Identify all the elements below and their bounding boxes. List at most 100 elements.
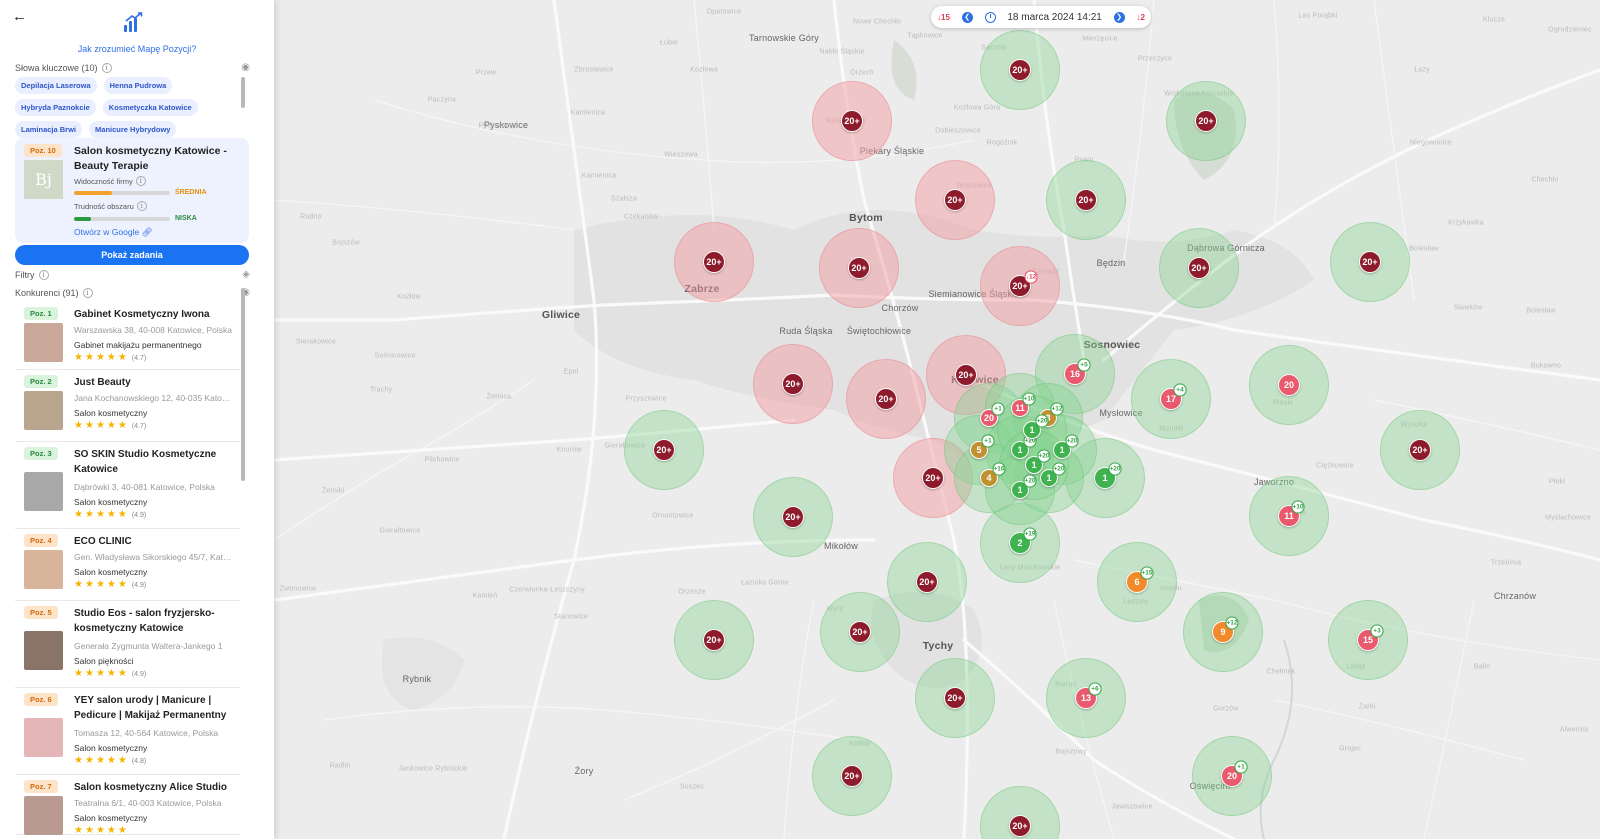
rank-pin[interactable]: 20+ xyxy=(1359,251,1381,273)
map-place-label: Kamień xyxy=(472,592,498,600)
map-place-label: Zwonowice xyxy=(279,585,317,593)
rank-pin[interactable]: 20+ xyxy=(944,189,966,211)
competitor-rating: ★ ★ ★ ★ ★ (4.7) xyxy=(74,421,146,431)
map-place-label: Gorzów xyxy=(1213,705,1239,713)
competitor-thumbnail xyxy=(24,472,63,511)
rank-pin[interactable]: 20+ xyxy=(955,364,977,386)
filters-label-text: Filtry xyxy=(15,270,35,280)
help-link[interactable]: Jak zrozumieć Mapę Pozycji? xyxy=(0,44,274,54)
rank-pin[interactable]: 20+ xyxy=(875,388,897,410)
competitor-item[interactable]: Poz. 5 Studio Eos - salon fryzjersko-kosm… xyxy=(15,601,240,688)
map-place-label: Przeczyce xyxy=(1137,55,1173,63)
keyword-chip[interactable]: Manicure Hybrydowy xyxy=(89,121,177,138)
rank-pin[interactable]: 20+ xyxy=(1009,815,1031,837)
info-icon[interactable]: i xyxy=(101,63,112,73)
rank-change-value: 20 xyxy=(1057,465,1065,473)
rank-pin[interactable]: 20+ xyxy=(841,110,863,132)
half-star-icon: ★ xyxy=(117,755,127,766)
star-icon: ★ xyxy=(74,668,83,679)
map-place-label: Tąpkowice xyxy=(907,32,943,40)
rating-value: (4.9) xyxy=(131,511,147,519)
rank-pin[interactable]: 20+ xyxy=(848,257,870,279)
rank-pin[interactable]: 20+ xyxy=(703,629,725,651)
keyword-chip[interactable]: Depilacja Laserowa xyxy=(15,77,97,94)
competitor-name: Just Beauty xyxy=(74,377,131,388)
map-place-label: Sośnicowice xyxy=(374,352,416,360)
rank-pin[interactable]: 20+ xyxy=(782,373,804,395)
competitor-thumbnail xyxy=(24,323,63,362)
competitor-item[interactable]: Poz. 2 Just Beauty Jana Kochanowskiego 12,… xyxy=(15,370,240,442)
competitor-item[interactable]: Poz. 6 YEY salon urody | Manicure | Pedic… xyxy=(15,688,240,775)
rank-pin[interactable]: 20+ xyxy=(1409,439,1431,461)
rank-pin[interactable]: 20+ xyxy=(922,467,944,489)
map-place-label: Jankowice Rybnickie xyxy=(398,765,468,773)
map-place-label: Rogoźnik xyxy=(986,139,1018,147)
competitor-position-badge: Poz. 6 xyxy=(24,693,58,706)
rank-pin[interactable]: 20+ xyxy=(703,251,725,273)
keywords-scrollbar[interactable] xyxy=(241,77,245,108)
competitor-item[interactable]: Poz. 1 Gabinet Kosmetyczny Iwona Warszawsk… xyxy=(15,302,240,370)
rank-change-value: 10 xyxy=(1296,503,1304,511)
competitor-list: Poz. 1 Gabinet Kosmetyczny Iwona Warszawsk… xyxy=(15,302,240,836)
half-star-icon: ★ xyxy=(117,668,127,679)
rank-pin[interactable]: 20+ xyxy=(841,765,863,787)
keyword-chip[interactable]: Henna Pudrowa xyxy=(103,77,173,94)
map-place-label: Opatowice xyxy=(706,8,742,16)
star-icon: ★ xyxy=(106,509,116,520)
keyword-chip[interactable]: Laminacja Brwi xyxy=(15,121,83,138)
keyword-chip[interactable]: Hybryda Paznokcie xyxy=(15,99,96,116)
back-arrow-icon[interactable]: ← xyxy=(12,8,27,25)
info-icon[interactable]: i xyxy=(135,176,146,186)
competitor-item[interactable]: Poz. 3 SO SKIN Studio Kosmetyczne Katowic… xyxy=(15,442,240,529)
show-tasks-button[interactable]: Pokaż zadania xyxy=(15,245,249,265)
competitor-rating: ★ ★ ★ ★ ★ (4.7) xyxy=(74,353,146,363)
map-place-label: Kamienica xyxy=(570,109,606,117)
prev-date-icon[interactable]: ❮ xyxy=(961,11,973,23)
half-star-icon: ★ xyxy=(117,509,127,520)
map-place-label: Czerwionka-Leszczyny xyxy=(509,586,585,594)
map-place-label: Przyszowice xyxy=(625,395,667,403)
business-thumbnail: Bj xyxy=(24,160,63,199)
rank-change-value: 20 xyxy=(1028,477,1036,485)
map-place-label: Myślachowice xyxy=(1545,514,1591,522)
info-icon[interactable]: i xyxy=(136,201,147,211)
competitor-item[interactable]: Poz. 7 Salon kosmetyczny Alice Studio Teat… xyxy=(15,775,240,836)
position-map[interactable]: Tarnowskie GóryBytomZabrzeGliwiceChorzów… xyxy=(274,0,1600,839)
rank-pin[interactable]: 20+ xyxy=(1075,189,1097,211)
map-place-label: Klucze xyxy=(1482,16,1506,24)
rank-pin[interactable]: 20 xyxy=(1278,374,1300,396)
clock-icon[interactable] xyxy=(984,11,996,23)
rank-change-badge: +1 xyxy=(991,402,1005,416)
current-date: 18 marca 2024 14:21 xyxy=(1007,11,1102,23)
rank-pin[interactable]: 20+ xyxy=(1188,257,1210,279)
competitors-scrollbar[interactable] xyxy=(241,288,245,481)
map-place-label: Trzebinia xyxy=(1490,559,1522,567)
rank-pin[interactable]: 20+ xyxy=(1195,110,1217,132)
rank-pin[interactable]: 20+ xyxy=(916,571,938,593)
map-place-label: Suszec xyxy=(679,783,705,791)
info-icon[interactable]: i xyxy=(38,270,49,280)
eye-off-icon[interactable]: ◈ xyxy=(242,269,250,280)
keywords-label-text: Słowa kluczowe (10) xyxy=(15,63,98,73)
eye-icon[interactable]: ◉ xyxy=(241,62,250,73)
rank-change-value: 1 xyxy=(988,437,992,445)
competitor-address: Dąbrówki 3, 40-081 Katowice, Polska xyxy=(74,482,215,492)
competitor-thumbnail xyxy=(24,391,63,430)
rank-pin[interactable]: 20+ xyxy=(653,439,675,461)
open-google-text: Otwórz w Google xyxy=(74,227,140,237)
next-date-icon[interactable]: ❯ xyxy=(1113,11,1125,23)
competitor-address: Jana Kochanowskiego 12, 40-035 Katowice xyxy=(74,393,234,403)
rank-change-value: 20 xyxy=(1040,417,1048,425)
rank-pin[interactable]: 20+ xyxy=(849,621,871,643)
info-icon[interactable]: i xyxy=(82,288,93,298)
keyword-chip[interactable]: Kosmetyczka Katowice xyxy=(102,99,198,116)
business-position-badge: Poz. 10 xyxy=(24,144,62,157)
rank-pin[interactable]: 20+ xyxy=(944,687,966,709)
competitor-category: Salon kosmetyczny xyxy=(74,567,148,577)
star-icon: ★ xyxy=(106,579,116,590)
map-place-label: Wieszowa xyxy=(664,151,698,159)
competitor-item[interactable]: Poz. 4 ECO CLINIC Gen. Władysława Sikorski… xyxy=(15,529,240,601)
rank-pin[interactable]: 20+ xyxy=(782,506,804,528)
rank-pin[interactable]: 20+ xyxy=(1009,59,1031,81)
open-google-link[interactable]: Otwórz w Google 🔗︎ xyxy=(74,227,152,238)
